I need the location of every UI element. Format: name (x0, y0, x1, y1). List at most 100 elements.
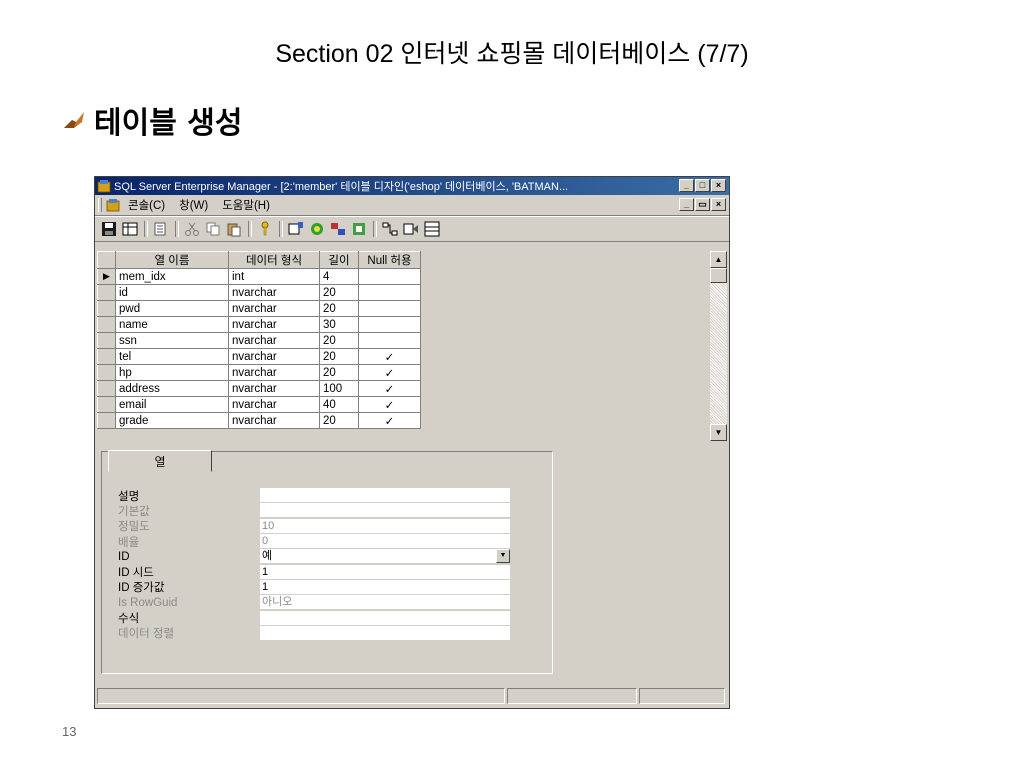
cell-data-type[interactable]: nvarchar (228, 380, 320, 397)
cell-allow-null[interactable]: ✓ (358, 380, 421, 397)
console-icon[interactable] (106, 198, 120, 212)
cell-column-name[interactable]: email (115, 396, 229, 413)
cell-column-name[interactable]: pwd (115, 300, 229, 317)
row-selector[interactable] (97, 284, 116, 301)
table-properties-icon[interactable] (120, 219, 140, 239)
cell-length[interactable]: 20 (319, 348, 359, 365)
row-selector[interactable] (97, 316, 116, 333)
cell-allow-null[interactable]: ✓ (358, 396, 421, 413)
table-row[interactable]: email nvarchar 40 ✓ (97, 396, 421, 413)
arrange-tables-icon[interactable] (401, 219, 421, 239)
table-row[interactable]: ▶ mem_idx int 4 (97, 268, 421, 285)
cell-length[interactable]: 4 (319, 268, 359, 285)
cell-column-name[interactable]: mem_idx (115, 268, 229, 285)
child-minimize-button[interactable]: _ (679, 198, 694, 211)
cell-data-type[interactable]: nvarchar (228, 364, 320, 381)
cell-length[interactable]: 30 (319, 316, 359, 333)
cell-allow-null[interactable]: ✓ (358, 412, 421, 429)
scroll-up-icon[interactable]: ▲ (710, 251, 727, 268)
manage-indexes-icon[interactable] (307, 219, 327, 239)
cell-allow-null[interactable]: ✓ (358, 364, 421, 381)
scroll-down-icon[interactable]: ▼ (710, 424, 727, 441)
property-value-identity-seed[interactable]: 1 (260, 564, 510, 580)
row-selector[interactable] (97, 364, 116, 381)
property-value-identity[interactable]: 예 ▼ (260, 549, 510, 565)
diagram-icon[interactable] (380, 219, 400, 239)
maximize-button[interactable]: □ (695, 179, 710, 192)
cell-allow-null[interactable] (358, 300, 421, 317)
cell-data-type[interactable]: nvarchar (228, 412, 320, 429)
row-selector[interactable] (97, 396, 116, 413)
change-script-icon[interactable] (151, 219, 171, 239)
cell-column-name[interactable]: grade (115, 412, 229, 429)
table-row[interactable]: hp nvarchar 20 ✓ (97, 364, 421, 381)
cell-length[interactable]: 100 (319, 380, 359, 397)
cut-icon[interactable] (182, 219, 202, 239)
column-header-name[interactable]: 열 이름 (115, 251, 229, 269)
table-row[interactable]: grade nvarchar 20 ✓ (97, 412, 421, 429)
row-selector[interactable] (97, 332, 116, 349)
property-value-formula[interactable] (260, 610, 510, 626)
row-selector[interactable] (97, 412, 116, 429)
column-header-type[interactable]: 데이터 형식 (228, 251, 320, 269)
table-row[interactable]: id nvarchar 20 (97, 284, 421, 301)
grid-view-icon[interactable] (422, 219, 442, 239)
cell-column-name[interactable]: hp (115, 364, 229, 381)
cell-column-name[interactable]: id (115, 284, 229, 301)
window-titlebar[interactable]: SQL Server Enterprise Manager - [2:'memb… (95, 177, 729, 195)
cell-data-type[interactable]: nvarchar (228, 332, 320, 349)
table-row[interactable]: pwd nvarchar 20 (97, 300, 421, 317)
cell-allow-null[interactable] (358, 332, 421, 349)
cell-data-type[interactable]: nvarchar (228, 396, 320, 413)
cell-length[interactable]: 20 (319, 364, 359, 381)
cell-data-type[interactable]: nvarchar (228, 316, 320, 333)
insert-column-icon[interactable] (286, 219, 306, 239)
cell-allow-null[interactable]: ✓ (358, 348, 421, 365)
cell-allow-null[interactable] (358, 284, 421, 301)
cell-data-type[interactable]: nvarchar (228, 284, 320, 301)
row-selector[interactable] (97, 300, 116, 317)
save-icon[interactable] (99, 219, 119, 239)
column-header-length[interactable]: 길이 (319, 251, 359, 269)
cell-allow-null[interactable] (358, 268, 421, 285)
close-button[interactable]: × (711, 179, 726, 192)
table-row[interactable]: tel nvarchar 20 ✓ (97, 348, 421, 365)
scroll-thumb[interactable] (710, 268, 727, 283)
row-selector[interactable] (97, 348, 116, 365)
menu-help[interactable]: 도움말(H) (222, 197, 270, 213)
cell-column-name[interactable]: address (115, 380, 229, 397)
vertical-scrollbar[interactable]: ▲ ▼ (710, 251, 727, 441)
table-row[interactable]: ssn nvarchar 20 (97, 332, 421, 349)
cell-column-name[interactable]: tel (115, 348, 229, 365)
row-selector[interactable] (97, 380, 116, 397)
cell-column-name[interactable]: name (115, 316, 229, 333)
cell-length[interactable]: 20 (319, 284, 359, 301)
column-header-null[interactable]: Null 허용 (358, 251, 421, 269)
cell-column-name[interactable]: ssn (115, 332, 229, 349)
child-restore-button[interactable]: ▭ (695, 198, 710, 211)
tab-columns[interactable]: 열 (108, 450, 212, 472)
minimize-button[interactable]: _ (679, 179, 694, 192)
copy-icon[interactable] (203, 219, 223, 239)
cell-data-type[interactable]: nvarchar (228, 300, 320, 317)
cell-data-type[interactable]: nvarchar (228, 348, 320, 365)
menu-console[interactable]: 콘솔(C) (128, 197, 165, 213)
manage-constraints-icon[interactable] (349, 219, 369, 239)
cell-length[interactable]: 20 (319, 332, 359, 349)
manage-relationships-icon[interactable] (328, 219, 348, 239)
cell-length[interactable]: 40 (319, 396, 359, 413)
primary-key-icon[interactable] (255, 219, 275, 239)
cell-data-type[interactable]: int (228, 268, 320, 285)
row-selector[interactable]: ▶ (97, 268, 116, 285)
table-row[interactable]: address nvarchar 100 ✓ (97, 380, 421, 397)
property-value-identity-increment[interactable]: 1 (260, 579, 510, 595)
table-row[interactable]: name nvarchar 30 (97, 316, 421, 333)
child-close-button[interactable]: × (711, 198, 726, 211)
cell-length[interactable]: 20 (319, 300, 359, 317)
cell-length[interactable]: 20 (319, 412, 359, 429)
menu-window[interactable]: 창(W) (179, 197, 208, 213)
cell-allow-null[interactable] (358, 316, 421, 333)
paste-icon[interactable] (224, 219, 244, 239)
chevron-down-icon[interactable]: ▼ (496, 549, 510, 564)
property-value-description[interactable] (260, 488, 510, 504)
